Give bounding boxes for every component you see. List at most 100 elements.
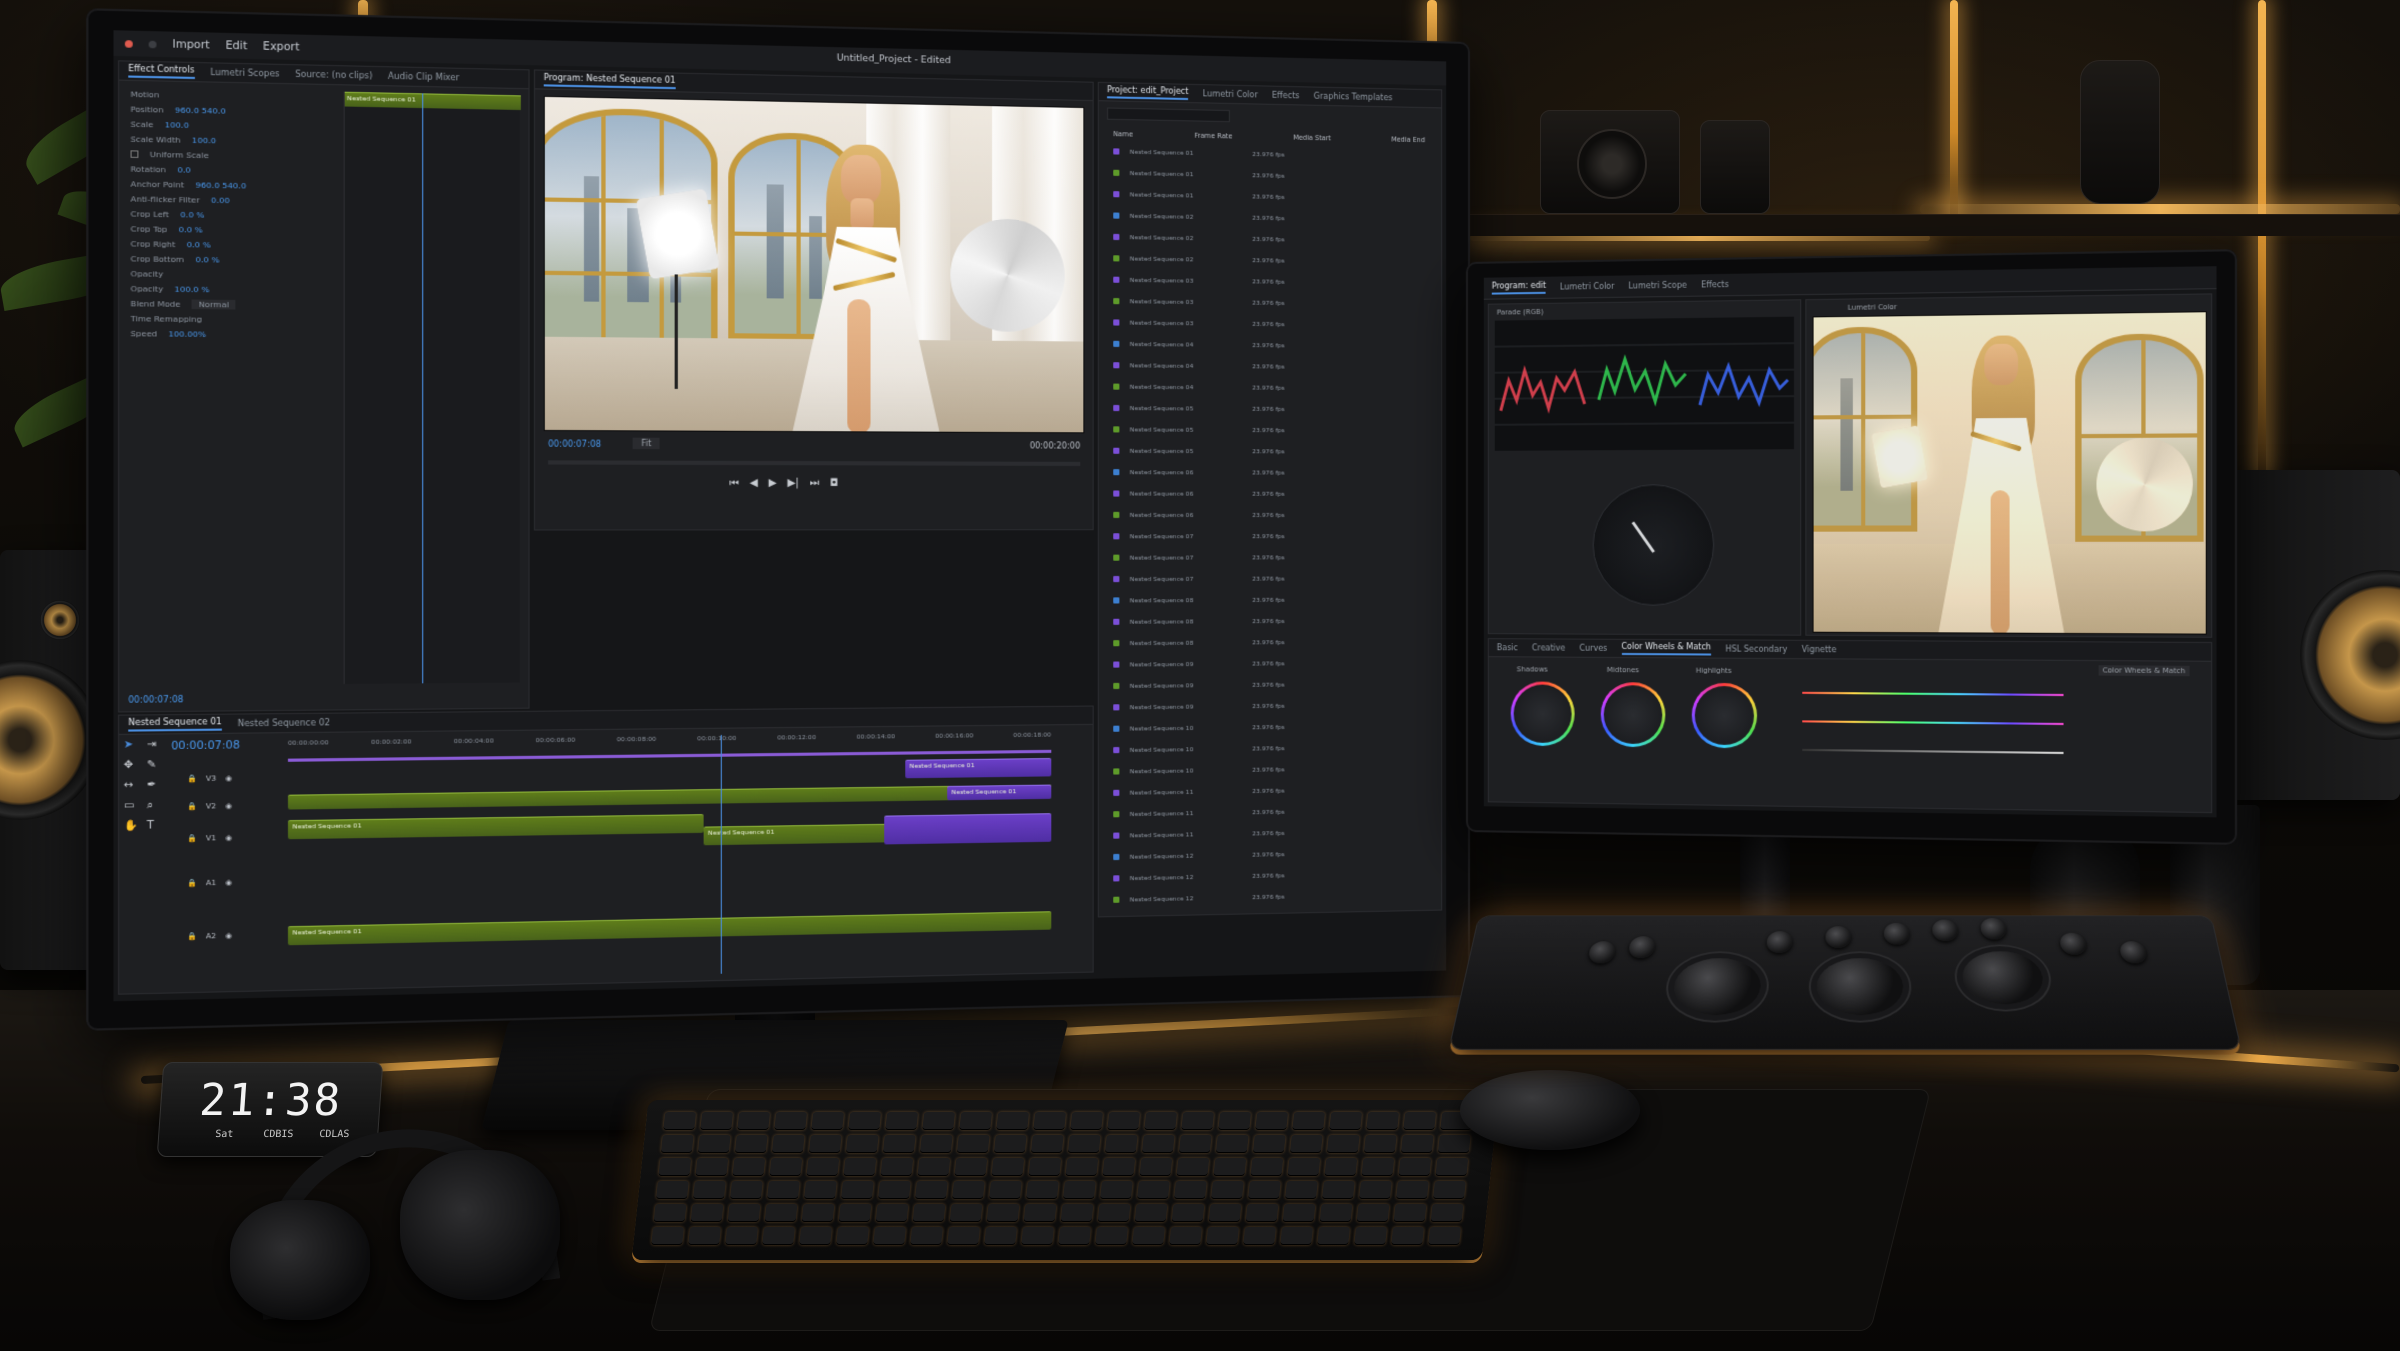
effect-value[interactable]: 0.0 % xyxy=(187,239,211,249)
lock-icon[interactable]: 🔒 xyxy=(187,932,197,941)
camera-icon[interactable]: ◘ xyxy=(830,478,838,489)
project-item[interactable]: Nested Sequence 02 23.976 fps xyxy=(1113,232,1433,247)
tab-sequence-1[interactable]: Nested Sequence 01 xyxy=(128,716,222,732)
project-item[interactable]: Nested Sequence 10 23.976 fps xyxy=(1113,762,1433,776)
track-header[interactable]: 🔒 V2 ◉ xyxy=(187,797,277,815)
tab-vignette[interactable]: Vignette xyxy=(1802,645,1837,654)
project-item[interactable]: Nested Sequence 12 23.976 fps xyxy=(1113,847,1433,863)
play-icon[interactable]: ▶ xyxy=(768,478,776,489)
tab-effects-2[interactable]: Effects xyxy=(1701,280,1729,290)
project-item[interactable]: Nested Sequence 11 23.976 fps xyxy=(1113,783,1433,797)
project-item[interactable]: Nested Sequence 03 23.976 fps xyxy=(1113,296,1433,310)
program-fit-select[interactable]: Fit xyxy=(632,437,661,450)
col-media-end[interactable]: Media End xyxy=(1391,135,1425,144)
effect-value[interactable]: 0.0 % xyxy=(180,209,204,219)
eye-icon[interactable]: ◉ xyxy=(225,774,232,783)
effect-value[interactable]: 0.0 % xyxy=(179,224,203,234)
timeline-clip[interactable]: Nested Sequence 01 xyxy=(947,784,1052,801)
project-item[interactable]: Nested Sequence 01 23.976 fps xyxy=(1113,146,1433,162)
effect-value[interactable]: 100.0 xyxy=(192,135,216,145)
project-item[interactable]: Nested Sequence 12 23.976 fps xyxy=(1113,868,1433,884)
track-header[interactable]: 🔒 A1 ◉ xyxy=(187,873,277,892)
lock-icon[interactable]: 🔒 xyxy=(187,834,197,843)
timeline-timecode[interactable]: 00:00:07:08 xyxy=(171,740,240,752)
project-item[interactable]: Nested Sequence 01 23.976 fps xyxy=(1113,168,1433,184)
tab-lumetri-scope[interactable]: Lumetri Scope xyxy=(1628,281,1686,291)
eye-icon[interactable]: ◉ xyxy=(225,802,232,811)
project-item[interactable]: Nested Sequence 06 23.976 fps xyxy=(1113,510,1433,520)
program-scrub-bar[interactable] xyxy=(548,460,1081,466)
effect-value[interactable]: 960.0 540.0 xyxy=(175,105,226,116)
program-timecode-left[interactable]: 00:00:07:08 xyxy=(548,439,601,449)
luma-slider[interactable] xyxy=(1802,748,2064,754)
project-item[interactable]: Nested Sequence 04 23.976 fps xyxy=(1113,339,1433,352)
hand-tool-icon[interactable]: ✋ xyxy=(124,820,138,832)
ripple-tool-icon[interactable]: ✥ xyxy=(124,759,138,771)
selection-tool-icon[interactable]: ➤ xyxy=(124,739,138,751)
menu-export[interactable]: Export xyxy=(263,41,300,54)
project-item[interactable]: Nested Sequence 06 23.976 fps xyxy=(1113,488,1433,499)
tab-audio-mixer[interactable]: Audio Clip Mixer xyxy=(388,72,459,83)
project-item[interactable]: Nested Sequence 03 23.976 fps xyxy=(1113,317,1433,330)
track-select-icon[interactable]: ⇥ xyxy=(147,739,158,751)
tab-effect-controls[interactable]: Effect Controls xyxy=(128,63,195,80)
tab-program-edit[interactable]: Program: edit xyxy=(1491,280,1546,295)
project-item[interactable]: Nested Sequence 02 23.976 fps xyxy=(1113,253,1433,267)
project-item[interactable]: Nested Sequence 04 23.976 fps xyxy=(1113,382,1433,394)
project-item[interactable]: Nested Sequence 05 23.976 fps xyxy=(1113,403,1433,415)
shadows-color-wheel[interactable] xyxy=(1510,681,1575,747)
window-close-icon[interactable] xyxy=(124,39,133,48)
tab-creative[interactable]: Creative xyxy=(1532,643,1566,652)
project-item[interactable]: Nested Sequence 02 23.976 fps xyxy=(1113,210,1433,225)
effect-value[interactable]: 0.0 xyxy=(177,164,190,174)
window-minimize-icon[interactable] xyxy=(148,40,157,48)
lock-icon[interactable]: 🔒 xyxy=(187,802,197,811)
uniform-scale-checkbox[interactable] xyxy=(130,149,139,158)
project-item[interactable]: Nested Sequence 11 23.976 fps xyxy=(1113,826,1433,841)
frame-forward-icon[interactable]: ▶| xyxy=(787,478,799,489)
track-header[interactable]: 🔒 A2 ◉ xyxy=(187,926,277,945)
timeline-clip[interactable]: Nested Sequence 01 xyxy=(287,814,704,840)
effect-value[interactable]: 0.00 xyxy=(211,195,230,205)
effect-value[interactable]: 960.0 540.0 xyxy=(195,180,246,190)
project-item[interactable]: Nested Sequence 08 23.976 fps xyxy=(1113,615,1433,627)
project-search-input[interactable] xyxy=(1107,107,1230,123)
col-media-start[interactable]: Media Start xyxy=(1293,134,1331,143)
timeline-clip[interactable] xyxy=(287,784,1052,810)
project-item[interactable]: Nested Sequence 04 23.976 fps xyxy=(1113,360,1433,373)
step-back-icon[interactable]: ⏮ xyxy=(729,477,739,488)
project-item[interactable]: Nested Sequence 07 23.976 fps xyxy=(1113,531,1433,541)
effect-value[interactable]: 0.0 % xyxy=(195,254,219,264)
step-forward-icon[interactable]: ⏭ xyxy=(810,478,820,489)
project-item[interactable]: Nested Sequence 12 23.976 fps xyxy=(1113,889,1433,905)
type-tool-icon[interactable]: T xyxy=(147,820,158,832)
project-item[interactable]: Nested Sequence 11 23.976 fps xyxy=(1113,805,1433,820)
project-item[interactable]: Nested Sequence 10 23.976 fps xyxy=(1113,741,1433,755)
tab-lumetri-scopes[interactable]: Lumetri Scopes xyxy=(210,68,279,79)
project-item[interactable]: Nested Sequence 05 23.976 fps xyxy=(1113,424,1433,436)
track-header[interactable]: 🔒 V3 ◉ xyxy=(187,769,277,787)
tab-color-wheels[interactable]: Color Wheels & Match xyxy=(1621,641,1711,656)
menu-import[interactable]: Import xyxy=(172,39,209,52)
graded-viewer[interactable] xyxy=(1812,311,2207,635)
effect-value[interactable]: 100.0 xyxy=(165,119,189,129)
project-item[interactable]: Nested Sequence 01 23.976 fps xyxy=(1113,189,1433,204)
playhead[interactable] xyxy=(422,93,424,684)
tab-sequence-2[interactable]: Nested Sequence 02 xyxy=(238,718,331,728)
eye-icon[interactable]: ◉ xyxy=(225,878,232,887)
effect-value[interactable]: 100.00% xyxy=(168,329,206,339)
program-viewer[interactable] xyxy=(543,95,1085,434)
project-item[interactable]: Nested Sequence 07 23.976 fps xyxy=(1113,573,1433,584)
col-name[interactable]: Name xyxy=(1113,130,1133,139)
saturation-slider[interactable] xyxy=(1802,720,2064,726)
project-item[interactable]: Nested Sequence 10 23.976 fps xyxy=(1113,720,1433,733)
tab-effects[interactable]: Effects xyxy=(1272,91,1300,101)
hue-slider[interactable] xyxy=(1802,691,2064,697)
project-item[interactable]: Nested Sequence 06 23.976 fps xyxy=(1113,467,1433,478)
effect-timecode[interactable]: 00:00:07:08 xyxy=(128,695,183,705)
eye-icon[interactable]: ◉ xyxy=(225,834,232,843)
timeline-clip[interactable]: Nested Sequence 01 xyxy=(905,758,1052,779)
tab-curves[interactable]: Curves xyxy=(1579,644,1607,653)
project-item[interactable]: Nested Sequence 09 23.976 fps xyxy=(1113,657,1433,669)
col-frame-rate[interactable]: Frame Rate xyxy=(1194,132,1232,141)
